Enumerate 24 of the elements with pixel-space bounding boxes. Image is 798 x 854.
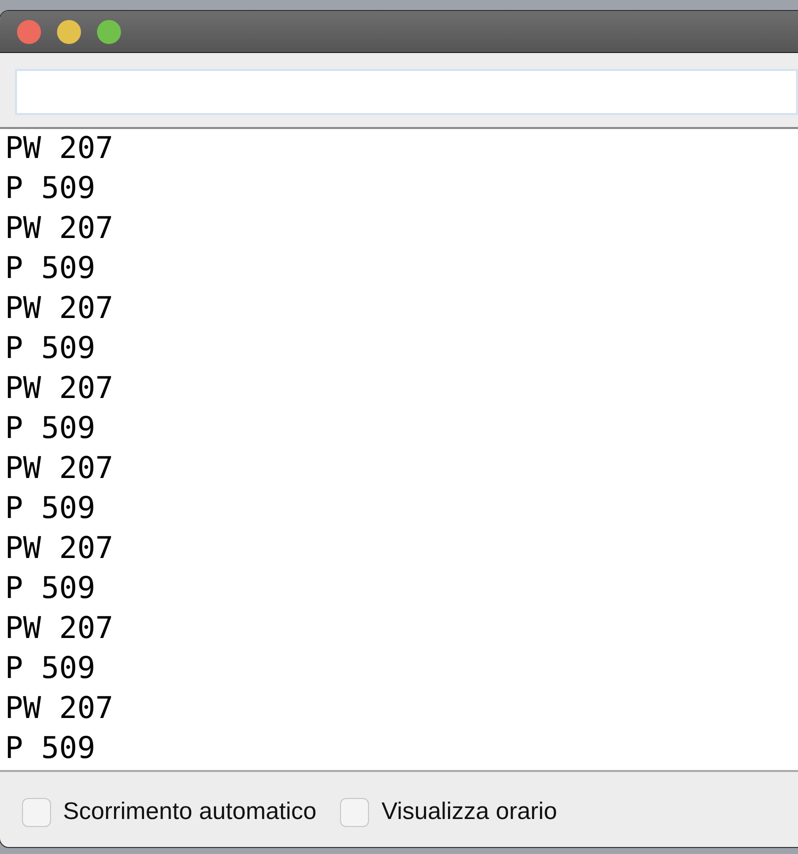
input-field[interactable] bbox=[15, 69, 798, 115]
checkbox[interactable] bbox=[340, 798, 370, 826]
output-line: P 509 bbox=[5, 650, 96, 688]
output-line: P 509 bbox=[5, 570, 96, 608]
output-line: P 509 bbox=[5, 730, 96, 768]
zoom-button[interactable] bbox=[97, 20, 121, 44]
checkbox[interactable] bbox=[22, 798, 51, 826]
checkbox-label: Scorrimento automatico bbox=[63, 797, 316, 827]
output-line: P 509 bbox=[5, 410, 96, 448]
output-line: P 509 bbox=[5, 250, 96, 288]
output-line: PW 207 bbox=[5, 290, 114, 328]
output-line: PW 207 bbox=[5, 450, 114, 488]
minimize-button[interactable] bbox=[57, 20, 81, 44]
output-line: P 509 bbox=[5, 490, 96, 528]
checkbox-label: Visualizza orario bbox=[381, 797, 558, 827]
output-line: PW 207 bbox=[5, 370, 114, 408]
output-line: PW 207 bbox=[5, 610, 114, 648]
output-line: P 509 bbox=[5, 330, 96, 368]
output-line: PW 207 bbox=[5, 530, 114, 568]
output-line: PW 207 bbox=[5, 210, 114, 248]
output-line: PW 207 bbox=[5, 130, 114, 168]
close-button[interactable] bbox=[17, 20, 41, 44]
output-line: P 509 bbox=[5, 170, 96, 208]
output-line: PW 207 bbox=[5, 690, 114, 728]
